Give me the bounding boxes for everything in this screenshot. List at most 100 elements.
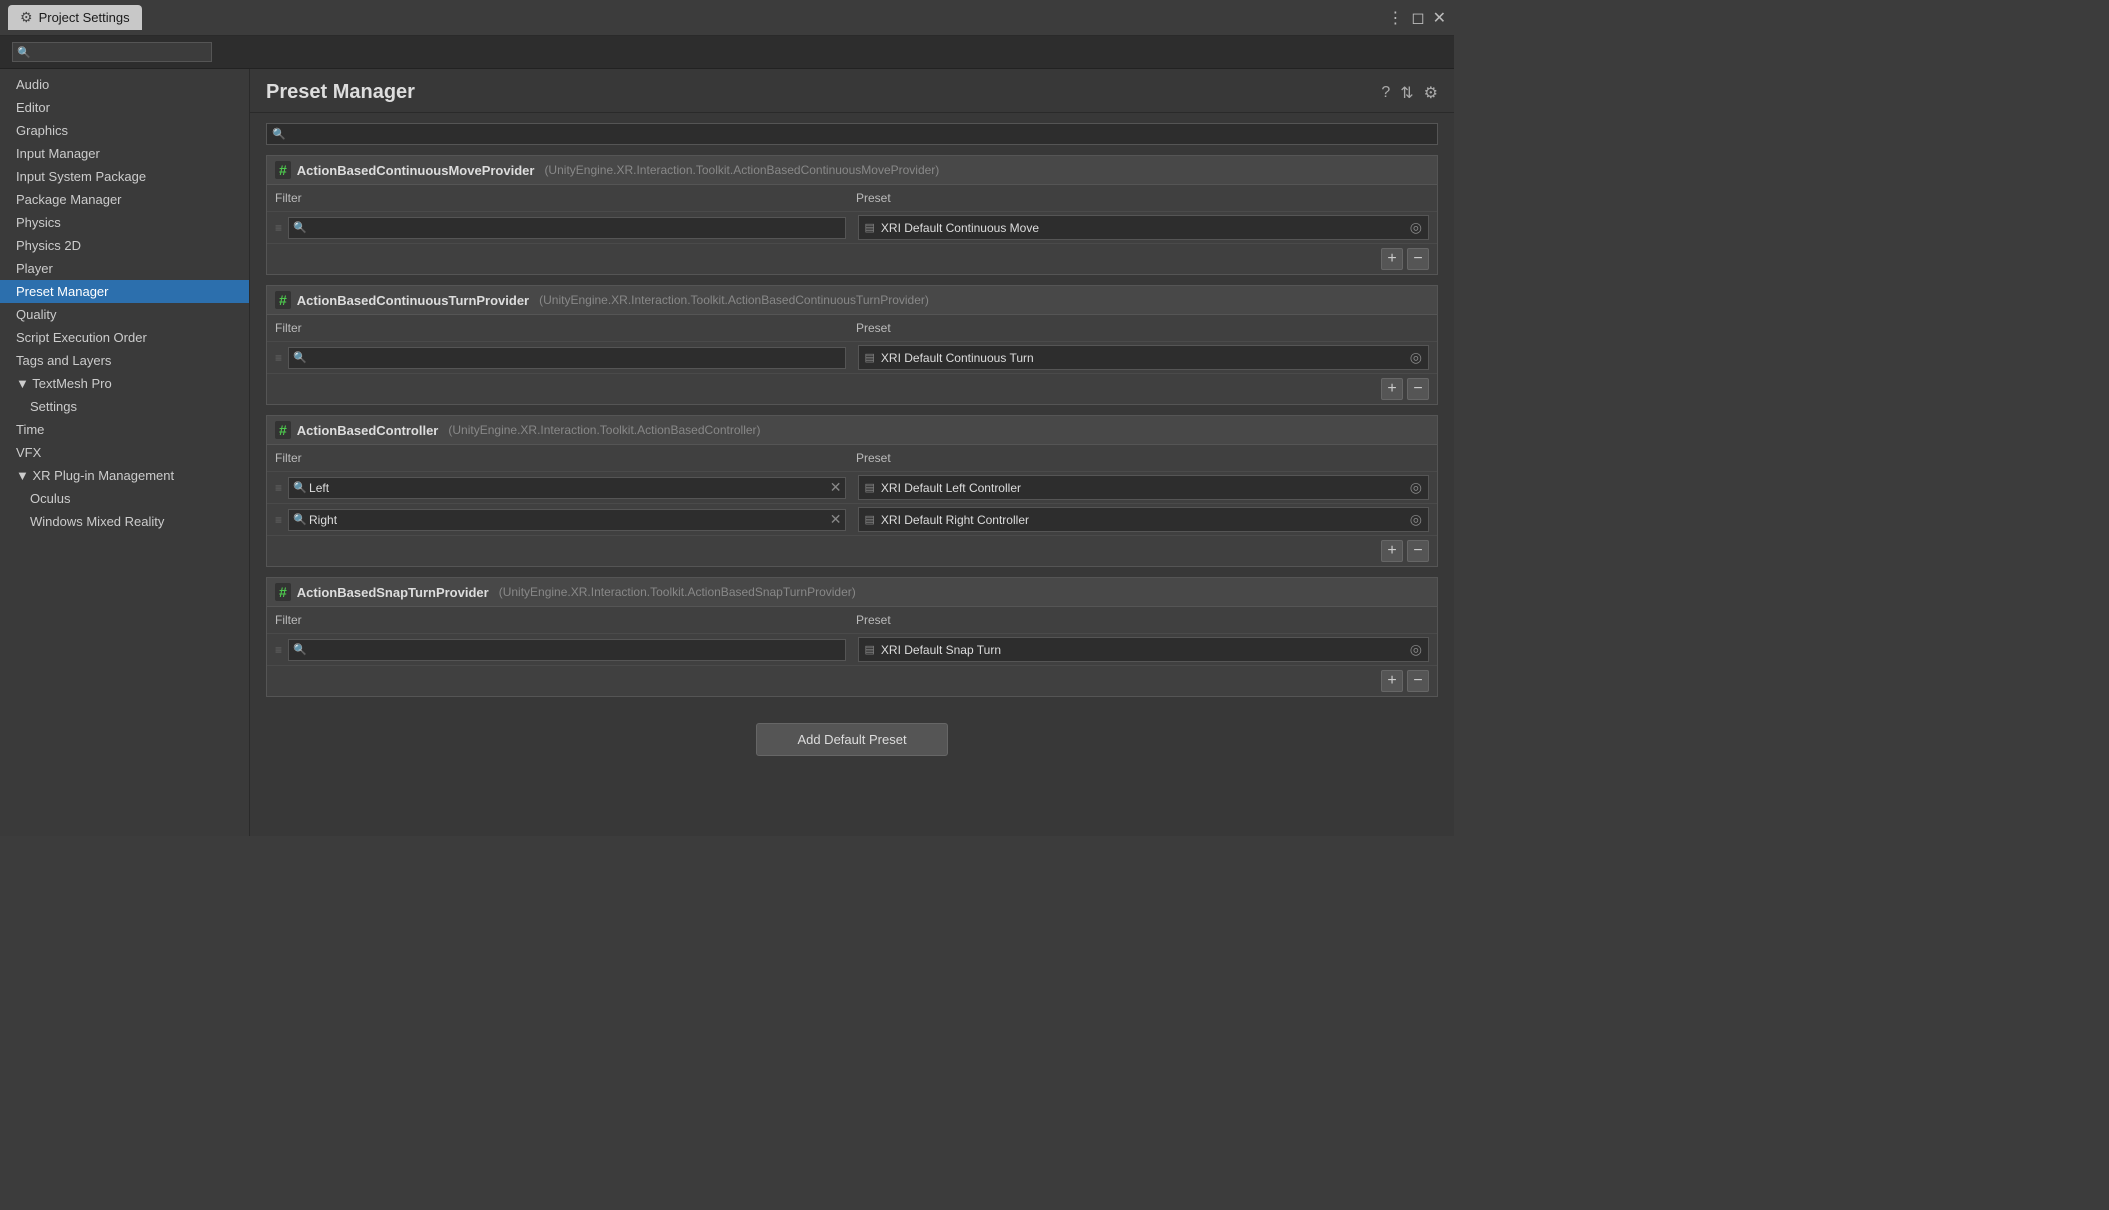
drag-handle-snap-turn[interactable]: ≡: [275, 643, 282, 657]
filter-clear-controller-right[interactable]: ✕: [830, 511, 842, 528]
sidebar-item-physics[interactable]: Physics: [0, 211, 249, 234]
preset-section-header-continuous-move: # ActionBasedContinuousMoveProvider (Uni…: [267, 156, 1437, 185]
close-icon[interactable]: ✕: [1433, 8, 1446, 28]
sidebar-item-input-manager[interactable]: Input Manager: [0, 142, 249, 165]
sidebar-item-time[interactable]: Time: [0, 418, 249, 441]
preset-value-wrap-controller-left: ▤ XRI Default Left Controller ◎: [858, 475, 1430, 500]
sidebar-item-quality[interactable]: Quality: [0, 303, 249, 326]
drag-handle[interactable]: ≡: [275, 221, 282, 235]
preset-row-continuous-move-0: ≡ 🔍 ▤ XRI Default Continuous Move ◎: [267, 211, 1437, 243]
preset-row-controller-left: ≡ 🔍 ✕ ▤ XRI Default Left Controller ◎: [267, 471, 1437, 503]
preset-label-continuous-turn: Preset: [856, 319, 1429, 337]
remove-row-btn-turn[interactable]: −: [1407, 378, 1429, 400]
gear-icon: ⚙: [20, 9, 33, 26]
preset-section-controller: # ActionBasedController (UnityEngine.XR.…: [266, 415, 1438, 567]
preset-value-text-turn-0: XRI Default Continuous Turn: [881, 351, 1404, 365]
sidebar-item-player[interactable]: Player: [0, 257, 249, 280]
add-row-btn-snap-turn[interactable]: +: [1381, 670, 1403, 692]
preset-section-continuous-move: # ActionBasedContinuousMoveProvider (Uni…: [266, 155, 1438, 275]
drag-handle-controller-left[interactable]: ≡: [275, 481, 282, 495]
filter-input-controller-right[interactable]: [288, 509, 846, 531]
content-body: 🔍 # ActionBasedContinuousMoveProvider (U…: [250, 113, 1454, 836]
add-row-btn-turn[interactable]: +: [1381, 378, 1403, 400]
preset-value-text-snap-turn-0: XRI Default Snap Turn: [881, 643, 1404, 657]
sidebar-item-audio[interactable]: Audio: [0, 73, 249, 96]
sidebar-item-editor[interactable]: Editor: [0, 96, 249, 119]
add-default-preset-button[interactable]: Add Default Preset: [756, 723, 947, 756]
preset-value-icon-controller-left: ▤: [865, 481, 875, 494]
content-area: Preset Manager ? ⇅ ⚙ 🔍 # ActionBasedCont…: [250, 69, 1454, 836]
preset-value-icon-snap-turn-0: ▤: [865, 643, 875, 656]
preset-circle-btn-controller-left[interactable]: ◎: [1410, 479, 1422, 496]
preset-circle-btn-turn-0[interactable]: ◎: [1410, 349, 1422, 366]
sidebar-item-oculus[interactable]: Oculus: [0, 487, 249, 510]
preset-section-header-snap-turn: # ActionBasedSnapTurnProvider (UnityEngi…: [267, 578, 1437, 607]
filter-label-continuous-move: Filter: [275, 189, 848, 207]
sidebar-item-package-manager[interactable]: Package Manager: [0, 188, 249, 211]
filter-clear-controller-left[interactable]: ✕: [830, 479, 842, 496]
add-row-btn-controller[interactable]: +: [1381, 540, 1403, 562]
sidebar-item-xr-plugin-management[interactable]: ▼ XR Plug-in Management: [0, 464, 249, 487]
preset-cols-controller: Filter Preset: [267, 445, 1437, 471]
sidebar-item-textmesh-pro[interactable]: ▼ TextMesh Pro: [0, 372, 249, 395]
preset-row-controller-right: ≡ 🔍 ✕ ▤ XRI Default Right Controller ◎: [267, 503, 1437, 535]
sidebar-item-physics-2d[interactable]: Physics 2D: [0, 234, 249, 257]
filter-input-wrap-snap-turn-0: 🔍: [288, 639, 846, 661]
preset-value-text-0: XRI Default Continuous Move: [881, 221, 1404, 235]
drag-handle-controller-right[interactable]: ≡: [275, 513, 282, 527]
preset-label-controller: Preset: [856, 449, 1429, 467]
hash-icon-controller: #: [275, 421, 291, 439]
remove-row-btn-snap-turn[interactable]: −: [1407, 670, 1429, 692]
remove-row-btn-0[interactable]: −: [1407, 248, 1429, 270]
filter-label-continuous-turn: Filter: [275, 319, 848, 337]
remove-row-btn-controller[interactable]: −: [1407, 540, 1429, 562]
maximize-icon[interactable]: ◻: [1411, 8, 1424, 28]
more-options-icon[interactable]: ⋮: [1387, 8, 1403, 28]
sidebar-item-vfx[interactable]: VFX: [0, 441, 249, 464]
layout-icon[interactable]: ⇅: [1400, 83, 1413, 103]
preset-label-continuous-move: Preset: [856, 189, 1429, 207]
preset-value-icon-0: ▤: [865, 221, 875, 234]
preset-circle-btn-0[interactable]: ◎: [1410, 219, 1422, 236]
filter-search-icon-controller-right: 🔍: [293, 513, 307, 526]
preset-section-header-continuous-turn: # ActionBasedContinuousTurnProvider (Uni…: [267, 286, 1437, 315]
top-search-input[interactable]: [12, 42, 212, 62]
preset-label-snap-turn: Preset: [856, 611, 1429, 629]
settings-icon[interactable]: ⚙: [1424, 83, 1438, 103]
sidebar-item-graphics[interactable]: Graphics: [0, 119, 249, 142]
sidebar-item-script-execution-order[interactable]: Script Execution Order: [0, 326, 249, 349]
preset-section-snap-turn: # ActionBasedSnapTurnProvider (UnityEngi…: [266, 577, 1438, 697]
content-search-input[interactable]: [266, 123, 1438, 145]
class-name-continuous-turn: ActionBasedContinuousTurnProvider: [297, 293, 529, 308]
add-row-btn-0[interactable]: +: [1381, 248, 1403, 270]
preset-value-wrap-controller-right: ▤ XRI Default Right Controller ◎: [858, 507, 1430, 532]
preset-row-snap-turn-0: ≡ 🔍 ▤ XRI Default Snap Turn ◎: [267, 633, 1437, 665]
window-title: Project Settings: [39, 10, 130, 25]
sidebar-item-settings[interactable]: Settings: [0, 395, 249, 418]
main-layout: Audio Editor Graphics Input Manager Inpu…: [0, 69, 1454, 836]
title-bar: ⚙ Project Settings ⋮ ◻ ✕: [0, 0, 1454, 36]
filter-input-controller-left[interactable]: [288, 477, 846, 499]
sidebar-item-tags-and-layers[interactable]: Tags and Layers: [0, 349, 249, 372]
help-icon[interactable]: ?: [1381, 84, 1390, 102]
sidebar-item-preset-manager[interactable]: Preset Manager: [0, 280, 249, 303]
sidebar: Audio Editor Graphics Input Manager Inpu…: [0, 69, 250, 836]
header-icons: ? ⇅ ⚙: [1381, 83, 1438, 103]
filter-input-0[interactable]: [288, 217, 846, 239]
filter-label-controller: Filter: [275, 449, 848, 467]
filter-search-icon-controller-left: 🔍: [293, 481, 307, 494]
class-name-continuous-move: ActionBasedContinuousMoveProvider: [297, 163, 535, 178]
filter-search-icon-0: 🔍: [293, 221, 307, 234]
top-search-bar: 🔍: [0, 36, 1454, 69]
sidebar-item-windows-mixed-reality[interactable]: Windows Mixed Reality: [0, 510, 249, 533]
preset-circle-btn-controller-right[interactable]: ◎: [1410, 511, 1422, 528]
sidebar-item-input-system-package[interactable]: Input System Package: [0, 165, 249, 188]
filter-input-turn-0[interactable]: [288, 347, 846, 369]
preset-circle-btn-snap-turn-0[interactable]: ◎: [1410, 641, 1422, 658]
preset-add-remove-snap-turn: + −: [267, 665, 1437, 696]
content-search-wrap: 🔍: [266, 123, 1438, 145]
preset-value-text-controller-left: XRI Default Left Controller: [881, 481, 1404, 495]
drag-handle-turn[interactable]: ≡: [275, 351, 282, 365]
filter-input-snap-turn-0[interactable]: [288, 639, 846, 661]
preset-cols-continuous-move: Filter Preset: [267, 185, 1437, 211]
